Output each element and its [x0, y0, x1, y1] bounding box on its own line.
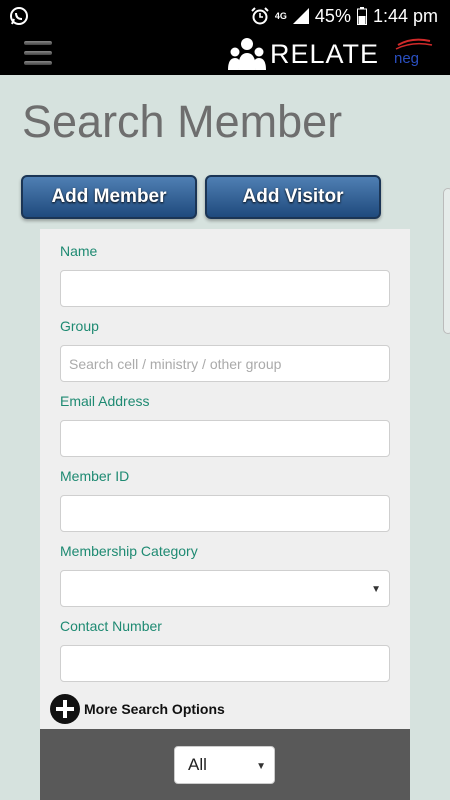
battery-icon	[356, 7, 367, 25]
dropdown-caret-icon: ▼	[371, 584, 381, 595]
more-search-options[interactable]: More Search Options	[50, 694, 225, 724]
email-input[interactable]	[60, 420, 390, 457]
membership-category-select[interactable]: ▼	[60, 570, 390, 607]
name-label: Name	[60, 243, 98, 259]
dropdown-caret-icon: ▼	[256, 761, 266, 772]
member-id-label: Member ID	[60, 468, 130, 484]
contact-number-input[interactable]	[60, 645, 390, 682]
email-label: Email Address	[60, 393, 150, 409]
plus-circle-icon[interactable]	[50, 694, 80, 724]
partner-logo: neg	[394, 38, 433, 67]
filter-selected-value: All	[188, 755, 207, 774]
network-type: 4G	[274, 10, 287, 21]
name-input[interactable]	[60, 270, 390, 307]
member-id-input[interactable]	[60, 495, 390, 532]
app-header: RELATE neg	[0, 32, 450, 75]
status-bar: 4G 45% 1:44 pm	[0, 0, 450, 32]
group-input[interactable]: Search cell / ministry / other group	[60, 345, 390, 382]
menu-icon[interactable]	[24, 41, 52, 65]
battery-percent: 45%	[314, 5, 351, 26]
signal-icon	[292, 8, 309, 24]
people-logo-icon	[228, 38, 266, 70]
contact-number-label: Contact Number	[60, 618, 162, 634]
filter-select[interactable]: All ▼	[174, 746, 275, 784]
clock: 1:44 pm	[372, 5, 438, 26]
partner-logo-text: neg	[394, 50, 419, 67]
status-right: 4G 45% 1:44 pm	[251, 0, 438, 32]
page-title: Search Member	[22, 96, 343, 147]
group-label: Group	[60, 318, 99, 334]
logo-text: RELATE	[270, 38, 380, 69]
whatsapp-icon	[10, 7, 28, 25]
more-search-options-label: More Search Options	[84, 701, 225, 717]
add-visitor-button[interactable]: Add Visitor	[205, 175, 381, 219]
side-panel-handle[interactable]	[443, 188, 450, 334]
search-form: Name Group Search cell / ministry / othe…	[40, 229, 410, 729]
relate-logo: RELATE	[226, 35, 379, 73]
add-member-button[interactable]: Add Member	[21, 175, 197, 219]
alarm-icon	[251, 7, 269, 25]
membership-category-label: Membership Category	[60, 543, 198, 559]
results-filter-bar: All ▼	[40, 729, 410, 800]
